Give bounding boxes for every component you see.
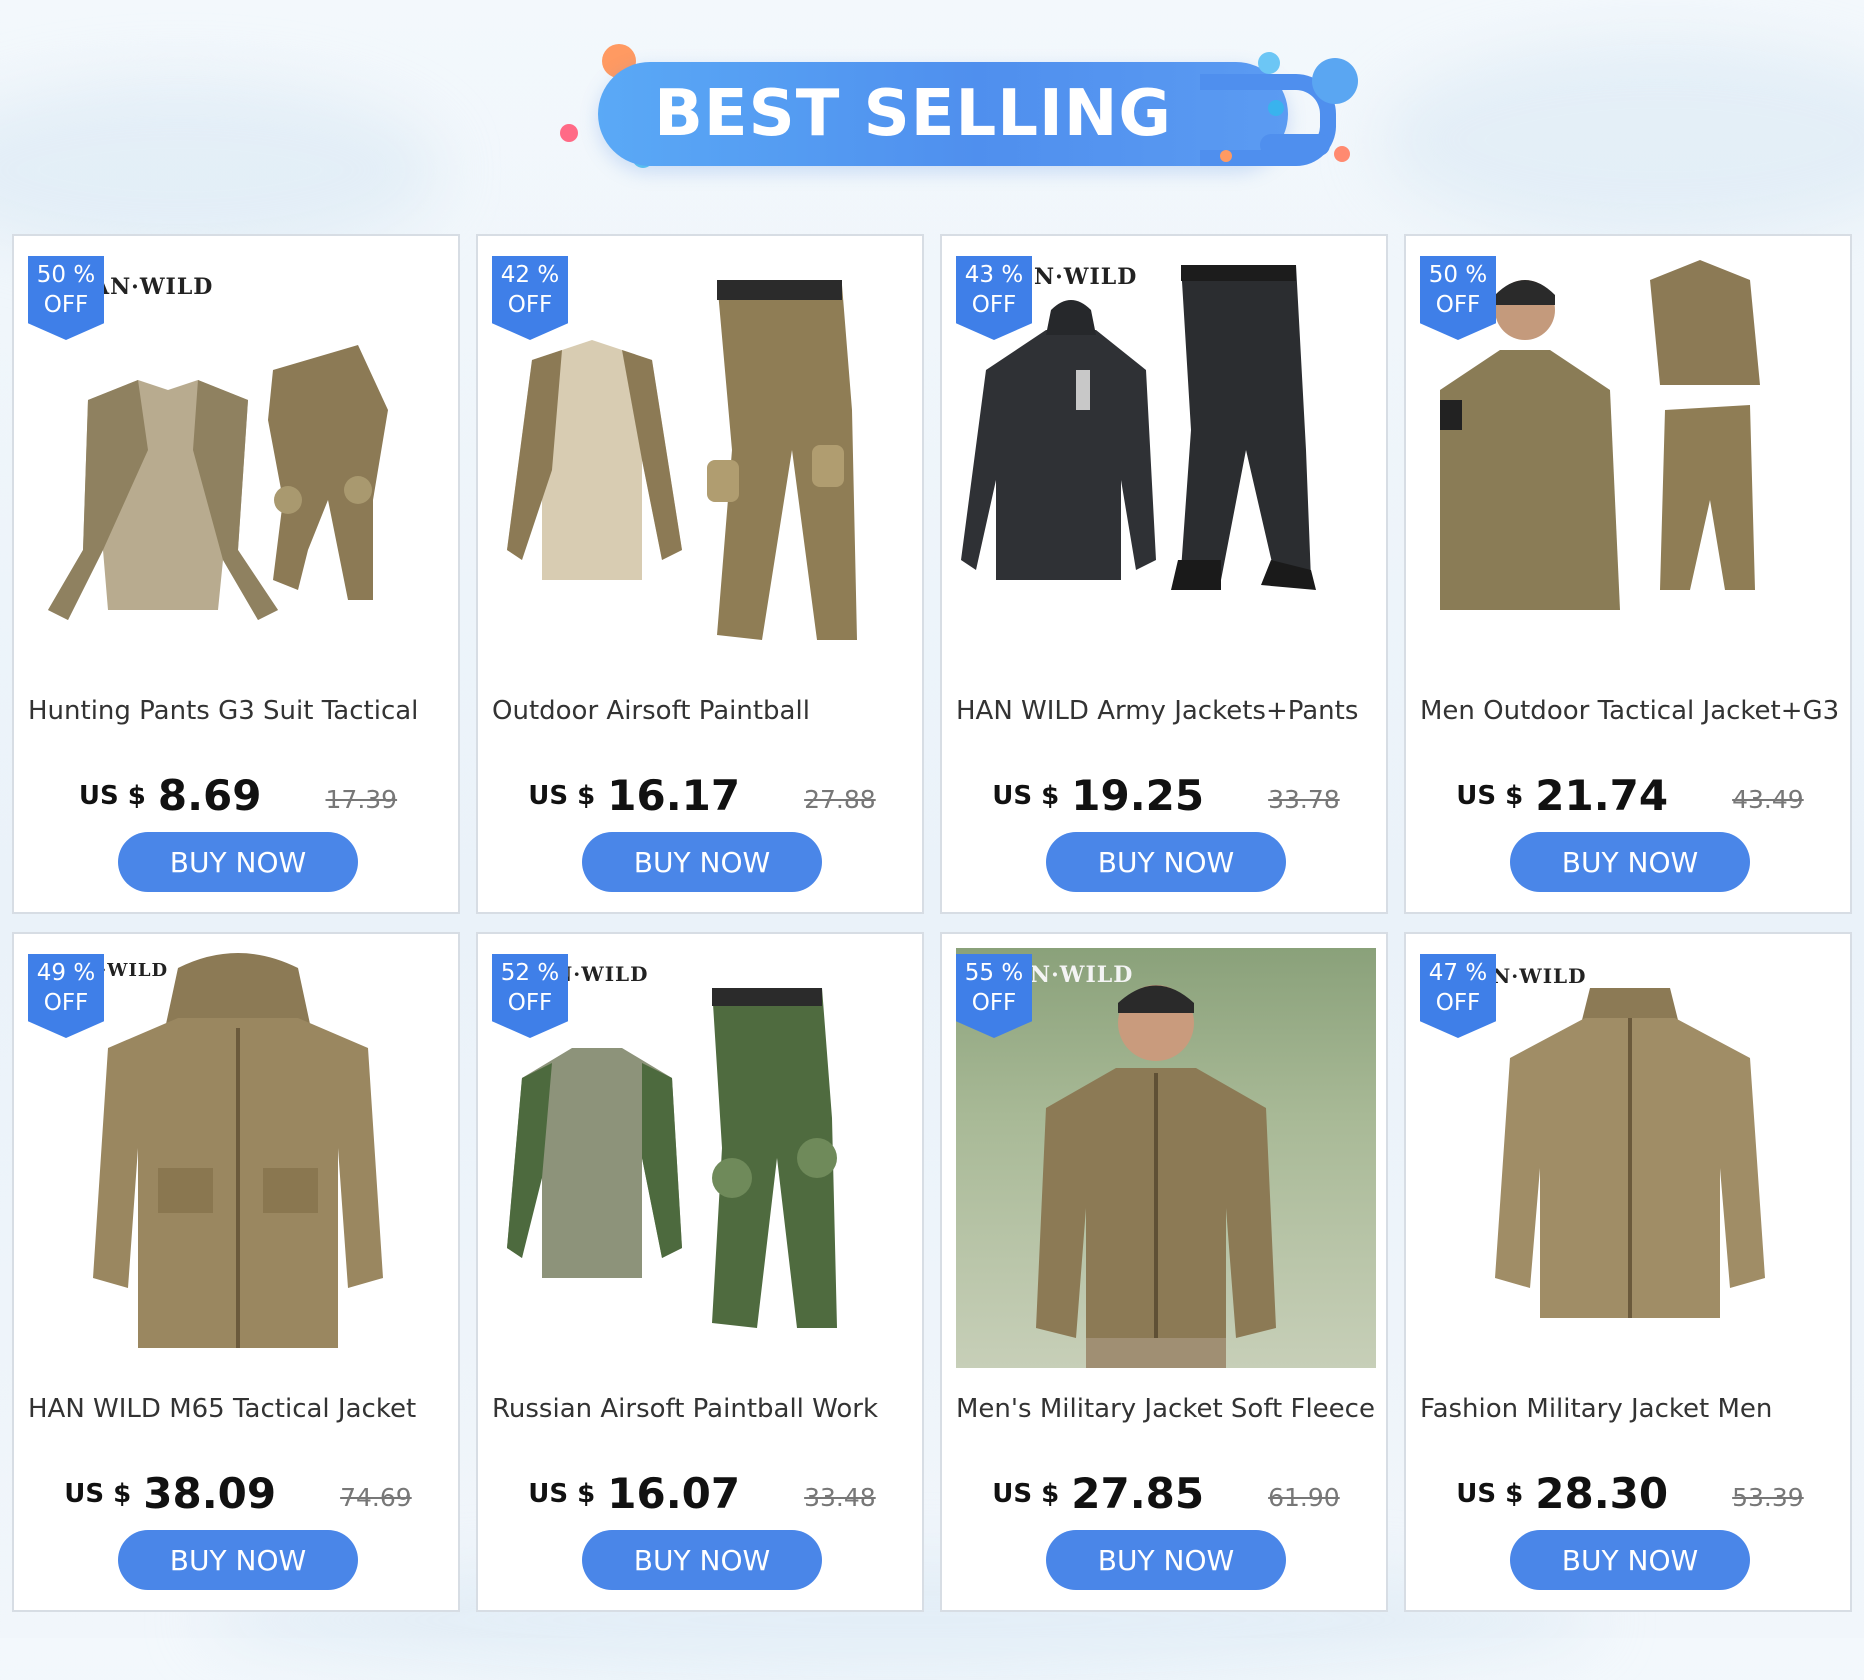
sale-price: 21.74: [1535, 771, 1669, 820]
discount-badge: 50 % OFF: [1420, 256, 1496, 340]
price-row: US $ 21.74 43.49: [1406, 771, 1854, 820]
buy-now-button[interactable]: BUY NOW: [1046, 1530, 1286, 1590]
currency-label: US $: [528, 1479, 596, 1509]
product-title[interactable]: Men Outdoor Tactical Jacket+G3: [1420, 696, 1840, 726]
currency-label: US $: [992, 781, 1060, 811]
product-card[interactable]: N·WILD 47 % OFF Fashion Military Jacket M…: [1404, 932, 1852, 1612]
currency-label: US $: [992, 1479, 1060, 1509]
original-price: 33.48: [804, 1483, 876, 1512]
product-title[interactable]: HAN WILD M65 Tactical Jacket: [28, 1394, 448, 1424]
product-card[interactable]: AN·WILD 50 % OFF Hunting Pants G3 Suit Ta…: [12, 234, 460, 914]
discount-badge: 52 % OFF: [492, 954, 568, 1038]
price-row: US $ 16.17 27.88: [478, 771, 926, 820]
original-price: 74.69: [340, 1483, 412, 1512]
currency-label: US $: [64, 1479, 132, 1509]
sale-price: 8.69: [157, 771, 262, 820]
currency-label: US $: [1456, 1479, 1524, 1509]
product-title[interactable]: Men's Military Jacket Soft Fleece: [956, 1394, 1376, 1424]
product-card[interactable]: 50 % OFF Men Outdoor Tactical Jacket+G3 U…: [1404, 234, 1852, 914]
buy-now-button[interactable]: BUY NOW: [582, 1530, 822, 1590]
sale-price: 27.85: [1071, 1469, 1205, 1518]
sale-price: 38.09: [143, 1469, 277, 1518]
buy-now-button[interactable]: BUY NOW: [118, 832, 358, 892]
original-price: 17.39: [325, 785, 398, 814]
product-card[interactable]: N·WILD 52 % OFF Russian Airsoft Paintball…: [476, 932, 924, 1612]
buy-now-button[interactable]: BUY NOW: [582, 832, 822, 892]
discount-badge: 43 % OFF: [956, 256, 1032, 340]
original-price: 27.88: [804, 785, 876, 814]
best-selling-banner: BEST SELLING: [560, 44, 1360, 184]
product-card[interactable]: N·WILD 55 % OFF Men's Military Jacket Sof…: [940, 932, 1388, 1612]
price-row: US $ 28.30 53.39: [1406, 1469, 1854, 1518]
sale-price: 28.30: [1535, 1469, 1669, 1518]
product-card[interactable]: 42 % OFF Outdoor Airsoft Paintball US $ 16…: [476, 234, 924, 914]
original-price: 53.39: [1732, 1483, 1804, 1512]
discount-badge: 55 % OFF: [956, 954, 1032, 1038]
decor-dot: [1312, 58, 1358, 104]
product-card[interactable]: N·WILD 43 % OFF HAN WILD Army Jackets+Pan…: [940, 234, 1388, 914]
decor-dot: [1258, 52, 1280, 74]
product-card[interactable]: ·WILD 49 % OFF HAN WILD M65 Tactical Jack…: [12, 932, 460, 1612]
product-title[interactable]: Outdoor Airsoft Paintball: [492, 696, 912, 726]
sale-price: 16.07: [607, 1469, 741, 1518]
price-row: US $ 19.25 33.78: [942, 771, 1390, 820]
currency-label: US $: [528, 781, 596, 811]
sale-price: 16.17: [607, 771, 741, 820]
original-price: 43.49: [1732, 785, 1804, 814]
discount-badge: 47 % OFF: [1420, 954, 1496, 1038]
buy-now-button[interactable]: BUY NOW: [1510, 832, 1750, 892]
decor-dot: [1334, 146, 1350, 162]
decor-dot: [1220, 150, 1232, 162]
price-row: US $ 16.07 33.48: [478, 1469, 926, 1518]
sale-price: 19.25: [1071, 771, 1205, 820]
original-price: 61.90: [1268, 1483, 1340, 1512]
price-row: US $ 8.69 17.39: [14, 771, 462, 820]
buy-now-button[interactable]: BUY NOW: [118, 1530, 358, 1590]
product-title[interactable]: HAN WILD Army Jackets+Pants: [956, 696, 1376, 726]
price-row: US $ 38.09 74.69: [14, 1469, 462, 1518]
decor-dot: [560, 124, 578, 142]
product-title[interactable]: Fashion Military Jacket Men: [1420, 1394, 1840, 1424]
discount-badge: 50 % OFF: [28, 256, 104, 340]
decor-dot: [1268, 100, 1284, 116]
currency-label: US $: [78, 781, 146, 811]
banner-hook: [1260, 134, 1330, 156]
product-title[interactable]: Hunting Pants G3 Suit Tactical: [28, 696, 448, 726]
discount-badge: 49 % OFF: [28, 954, 104, 1038]
currency-label: US $: [1456, 781, 1524, 811]
buy-now-button[interactable]: BUY NOW: [1046, 832, 1286, 892]
original-price: 33.78: [1268, 785, 1340, 814]
banner-pill: BEST SELLING: [598, 62, 1288, 166]
discount-badge: 42 % OFF: [492, 256, 568, 340]
page-title: BEST SELLING: [654, 77, 1172, 151]
product-title[interactable]: Russian Airsoft Paintball Work: [492, 1394, 912, 1424]
price-row: US $ 27.85 61.90: [942, 1469, 1390, 1518]
buy-now-button[interactable]: BUY NOW: [1510, 1530, 1750, 1590]
